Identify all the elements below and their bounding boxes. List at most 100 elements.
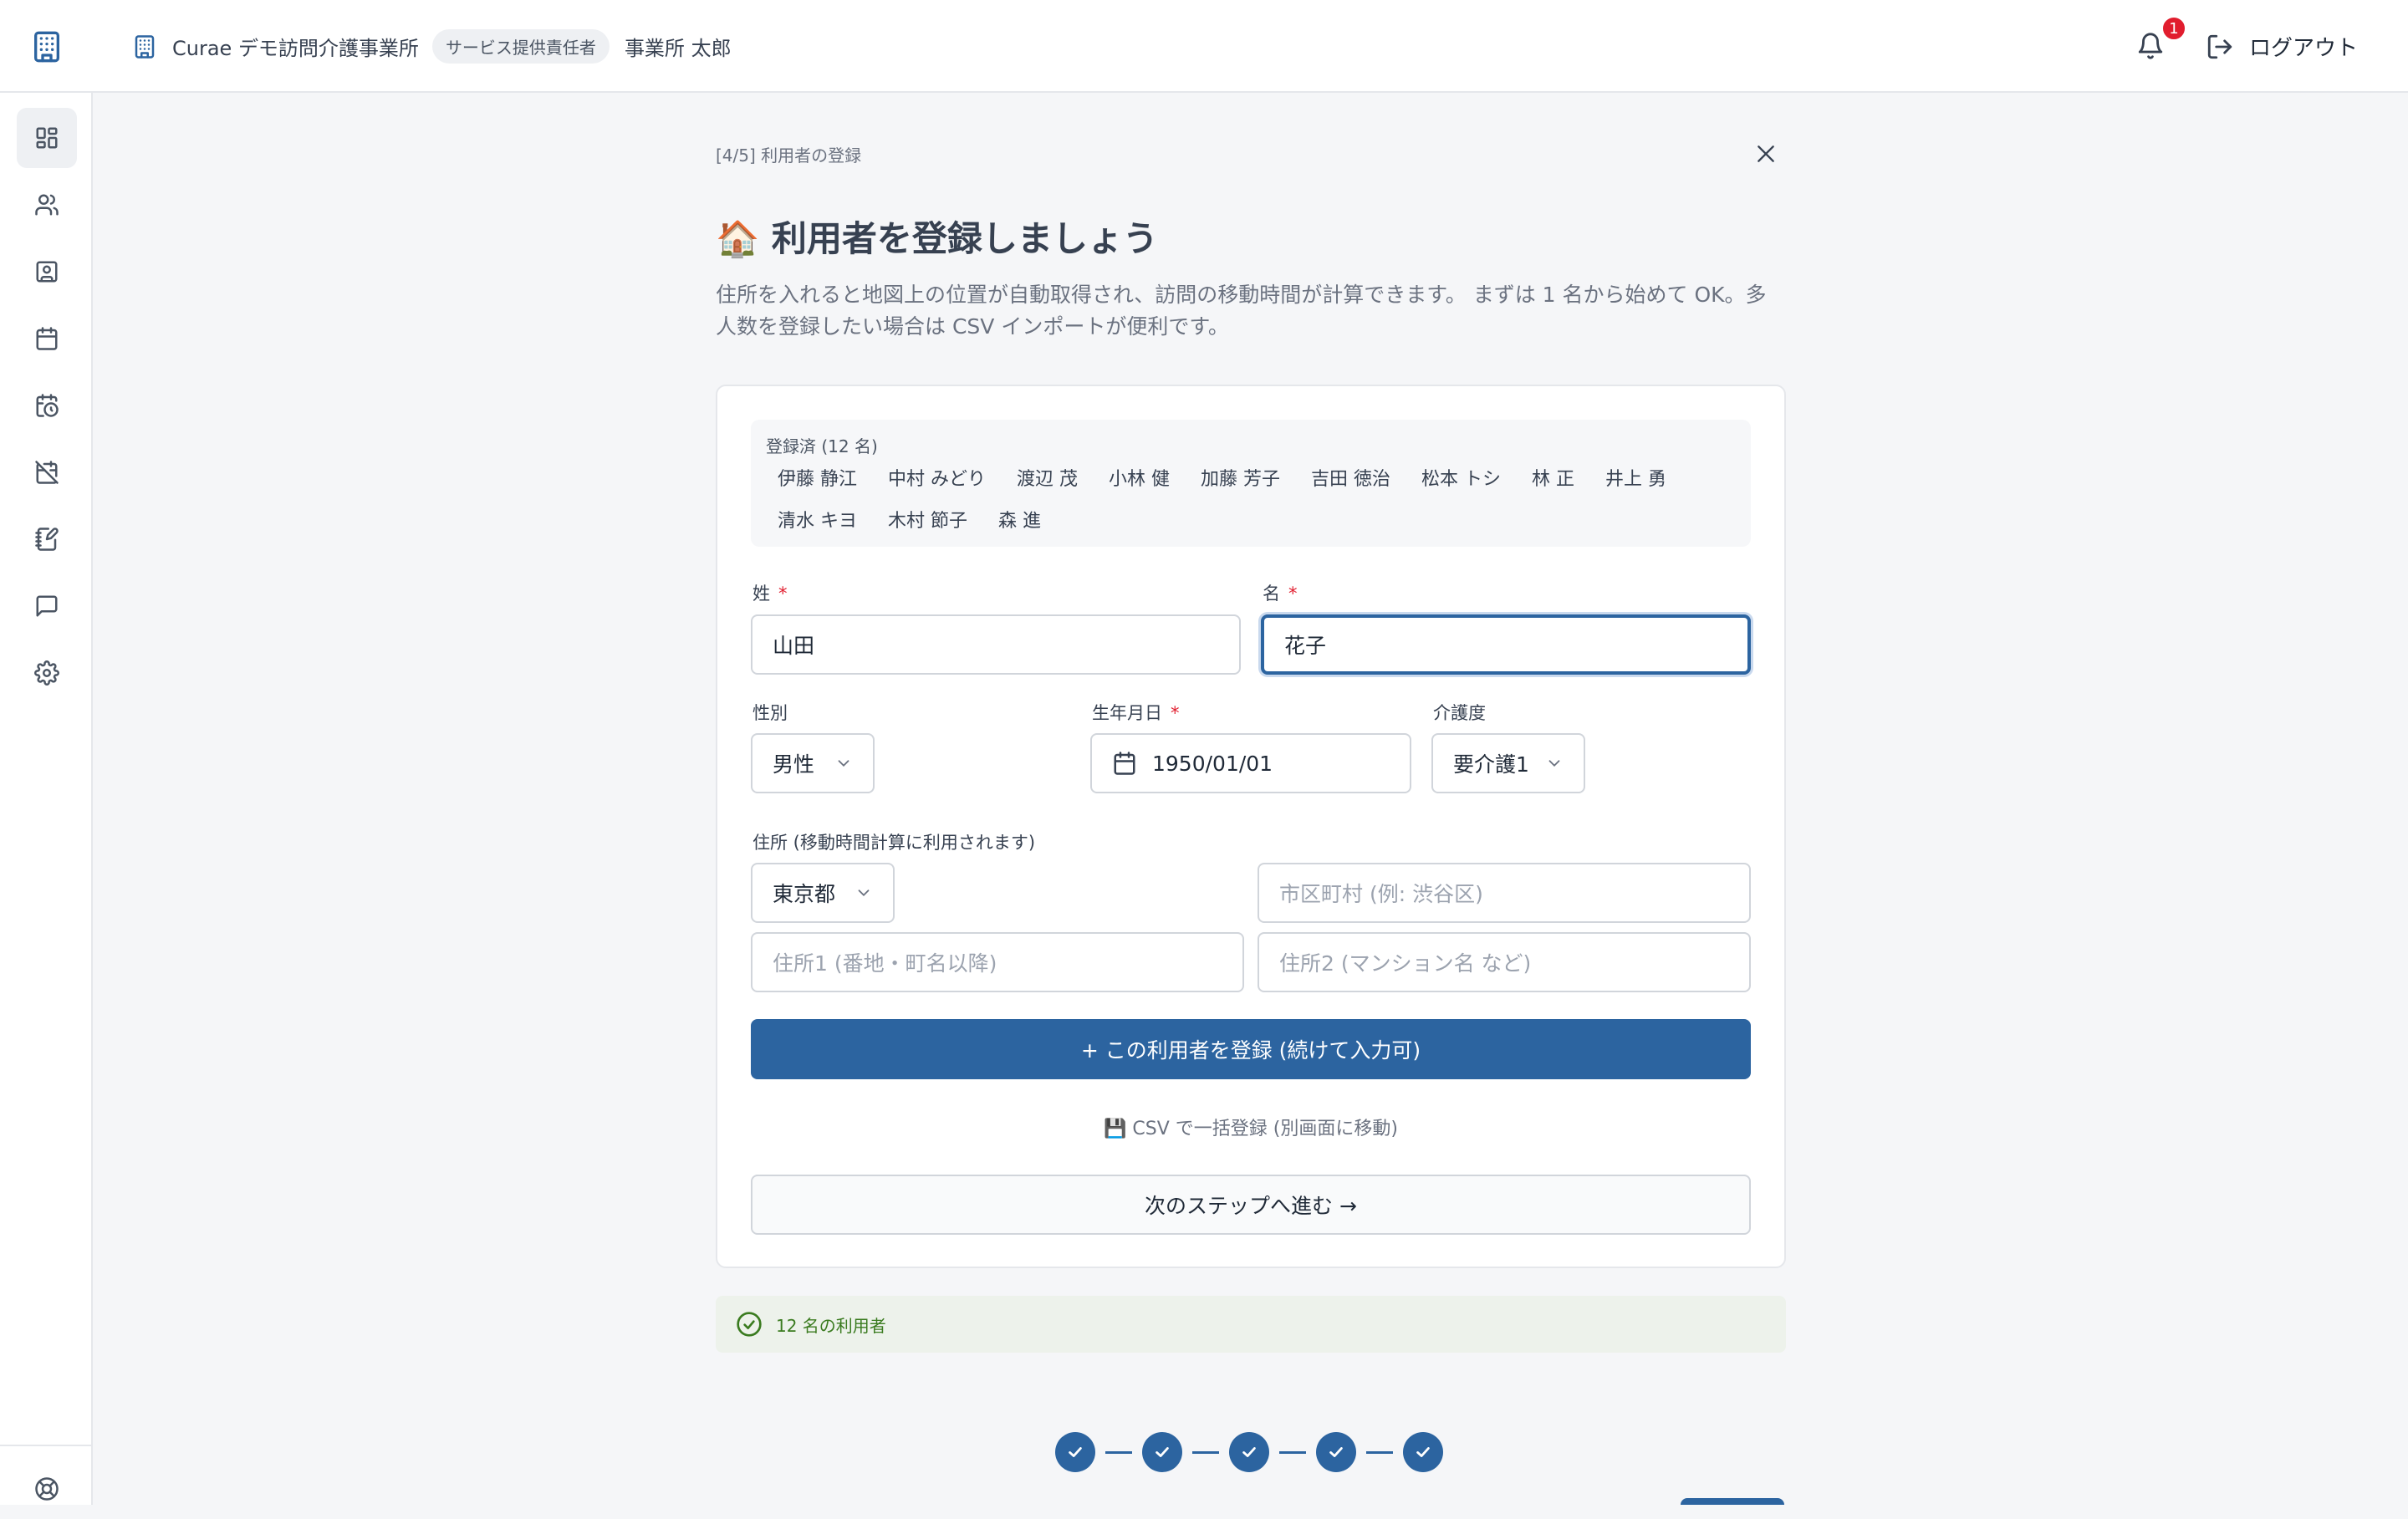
check-circle-icon: [737, 1312, 762, 1337]
registered-users-list: 伊藤 静江 中村 みどり 渡辺 茂 小林 健 加藤 芳子 吉田 徳治 松本 トシ…: [763, 461, 1741, 545]
page-title: 🏠 利用者を登録しましょう: [716, 218, 1158, 259]
sidebar-item-calendar[interactable]: [17, 308, 77, 369]
notebook-icon: [35, 528, 59, 551]
logout-label: ログアウト: [2249, 36, 2359, 61]
sidebar-divider: [0, 1445, 93, 1446]
registered-users-title: 登録済 (12 名): [766, 436, 878, 456]
sidebar-item-messages[interactable]: [17, 576, 77, 636]
sidebar-item-dashboard[interactable]: [17, 108, 77, 168]
step-complete-dot: [1403, 1432, 1443, 1472]
registered-user-chip: 吉田 徳治: [1311, 469, 1390, 490]
building-icon: [33, 31, 59, 62]
org-brand: Curae デモ訪問介護事業所 サービス提供責任者 事業所 太郎: [132, 0, 732, 93]
building-icon: [135, 34, 155, 59]
registered-user-chip: 松本 トシ: [1421, 469, 1501, 490]
registered-user-chip: 木村 節子: [888, 511, 967, 532]
contact-icon: [36, 261, 58, 283]
gender-label: 性別: [752, 703, 788, 723]
care-level-label: 介護度: [1433, 703, 1486, 723]
registered-user-chip: 林 正: [1532, 469, 1574, 490]
step-complete-dot: [1229, 1432, 1269, 1472]
check-icon: [1242, 1447, 1256, 1457]
progress-stepper: [1055, 1432, 1443, 1472]
address2-input[interactable]: 住所2 (マンション名 など): [1258, 932, 1751, 992]
birthdate-value: 1950/01/01: [1152, 751, 1273, 776]
settings-icon: [34, 660, 59, 686]
dashboard-icon: [36, 127, 58, 149]
check-icon: [1329, 1447, 1343, 1457]
step-complete-dot: [1316, 1432, 1356, 1472]
notification-count-badge: 1: [2161, 15, 2187, 42]
chevron-down-icon: [858, 889, 870, 897]
check-icon: [1156, 1447, 1169, 1457]
last-name-label: 姓 *: [752, 580, 788, 605]
registered-user-chip: 井上 勇: [1605, 469, 1666, 490]
sidebar-item-records[interactable]: [17, 509, 77, 569]
city-input[interactable]: 市区町村 (例: 渋谷区): [1258, 863, 1751, 923]
sidebar-item-help[interactable]: [17, 1459, 77, 1519]
sidebar-item-schedule[interactable]: [17, 375, 77, 436]
first-name-label: 名 *: [1263, 580, 1298, 605]
step-indicator: [4/5] 利用者の登録: [716, 145, 862, 166]
page-description: 住所を入れると地図上の位置が自動取得され、訪問の移動時間が計算できます。 まずは…: [716, 283, 1767, 339]
footer-action-button[interactable]: [1681, 1498, 1784, 1505]
registered-user-chip: 小林 健: [1109, 469, 1170, 490]
registered-user-chip: 渡辺 茂: [1017, 469, 1078, 490]
step-connector: [1105, 1450, 1132, 1454]
care-level-value: 要介護1: [1453, 752, 1529, 777]
success-banner: 12 名の利用者: [716, 1296, 1786, 1353]
step-connector: [1192, 1450, 1219, 1454]
csv-import-link[interactable]: 💾 CSV で一括登録 (別画面に移動): [751, 1114, 1751, 1140]
sidebar-item-absence[interactable]: [17, 442, 77, 502]
next-step-button[interactable]: 次のステップへ進む →: [751, 1175, 1751, 1235]
logout-button[interactable]: ログアウト: [2206, 0, 2358, 93]
registered-user-chip: 清水 キヨ: [778, 511, 857, 532]
sidebar: [0, 93, 93, 1505]
close-icon: [1758, 145, 1774, 162]
city-placeholder: 市区町村 (例: 渋谷区): [1279, 882, 1483, 906]
birthdate-input[interactable]: 1950/01/01: [1090, 733, 1411, 793]
required-mark: *: [778, 584, 788, 604]
prefecture-value: 東京都: [773, 882, 836, 906]
registered-user-chip: 森 進: [998, 511, 1041, 532]
notification-button[interactable]: [2136, 32, 2165, 60]
chevron-down-icon: [1548, 760, 1560, 767]
register-user-button[interactable]: + この利用者を登録 (続けて入力可): [751, 1019, 1751, 1079]
first-name-input[interactable]: 花子: [1261, 614, 1751, 675]
address2-placeholder: 住所2 (マンション名 など): [1279, 951, 1532, 976]
address-label: 住所 (移動時間計算に利用されます): [752, 833, 1036, 853]
logout-icon: [2207, 34, 2232, 59]
bell-icon: [2138, 33, 2163, 59]
care-level-select[interactable]: 要介護1: [1431, 733, 1585, 793]
calendar-clock-icon: [36, 394, 59, 417]
sidebar-item-settings[interactable]: [17, 643, 77, 703]
users-icon: [35, 194, 59, 216]
step-connector: [1366, 1450, 1393, 1454]
last-name-input[interactable]: 山田: [751, 614, 1241, 675]
sidebar-item-users[interactable]: [17, 175, 77, 235]
step-complete-dot: [1142, 1432, 1182, 1472]
first-name-label-text: 名: [1263, 584, 1280, 604]
birthdate-label-text: 生年月日: [1092, 703, 1162, 723]
user-name: 事業所 太郎: [624, 37, 732, 60]
required-mark: *: [1171, 703, 1180, 723]
first-name-value: 花子: [1284, 634, 1327, 658]
message-icon: [36, 595, 58, 617]
close-button[interactable]: [1751, 139, 1781, 169]
org-name: Curae デモ訪問介護事業所: [172, 37, 419, 60]
calendar-icon: [1114, 752, 1135, 775]
address1-input[interactable]: 住所1 (番地・町名以降): [751, 932, 1244, 992]
address1-placeholder: 住所1 (番地・町名以降): [773, 951, 997, 976]
gender-select[interactable]: 男性: [751, 733, 875, 793]
registered-user-chip: 中村 みどり: [888, 469, 986, 490]
check-icon: [1416, 1447, 1430, 1457]
step-connector: [1279, 1450, 1306, 1454]
prefecture-select[interactable]: 東京都: [751, 863, 895, 923]
app-logo[interactable]: [0, 0, 93, 93]
chevron-down-icon: [838, 760, 849, 767]
registered-user-chip: 伊藤 静江: [778, 469, 857, 490]
sidebar-item-contacts[interactable]: [17, 242, 77, 302]
gender-value: 男性: [773, 752, 815, 777]
registered-user-chip: 加藤 芳子: [1201, 469, 1280, 490]
required-mark: *: [1288, 584, 1298, 604]
